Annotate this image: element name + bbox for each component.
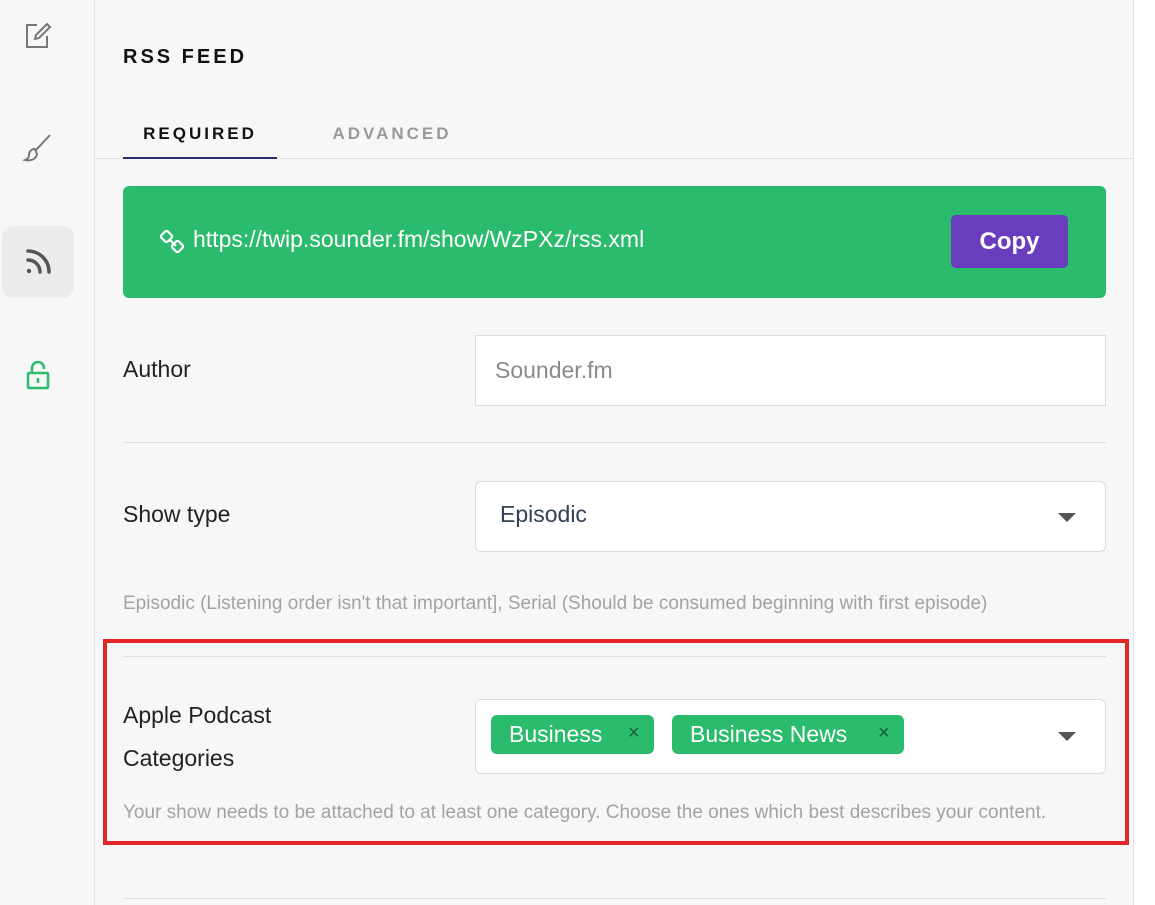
show-type-select[interactable]: Episodic: [475, 481, 1106, 552]
divider: [123, 442, 1106, 443]
brush-icon: [22, 134, 51, 162]
tab-required[interactable]: REQUIRED: [123, 110, 277, 159]
categories-label-line1: Apple Podcast: [123, 702, 272, 728]
copy-button[interactable]: Copy: [951, 215, 1068, 268]
category-chip-label: Business News: [690, 721, 848, 747]
sidebar-item-rss[interactable]: [2, 226, 74, 298]
categories-label-line2: Categories: [123, 745, 235, 771]
main-panel: RSS FEED REQUIRED ADVANCED https://twip.…: [96, 0, 1134, 905]
sidebar-item-design[interactable]: [2, 112, 74, 184]
page-title: RSS FEED: [123, 46, 248, 68]
remove-chip-icon[interactable]: ×: [878, 715, 890, 752]
category-chip: Business ×: [491, 715, 654, 754]
rss-icon: [26, 249, 51, 274]
rss-url-banner: https://twip.sounder.fm/show/WzPXz/rss.x…: [123, 186, 1106, 298]
category-chip-label: Business: [509, 721, 603, 747]
sidebar: [0, 0, 95, 905]
show-type-label: Show type: [123, 501, 231, 527]
chevron-down-icon: [1058, 732, 1076, 741]
categories-multiselect[interactable]: Business × Business News ×: [475, 699, 1106, 774]
unlock-icon: [26, 360, 50, 390]
show-type-value: Episodic: [500, 501, 587, 527]
show-type-help: Episodic (Listening order isn't that imp…: [123, 593, 988, 614]
categories-help: Your show needs to be attached to at lea…: [123, 802, 1047, 823]
divider: [123, 656, 1106, 657]
link-icon: [159, 229, 185, 254]
right-gutter: [1134, 0, 1155, 905]
edit-icon: [26, 22, 52, 48]
sidebar-item-privacy[interactable]: [2, 339, 74, 411]
remove-chip-icon[interactable]: ×: [628, 715, 640, 752]
rss-url-text: https://twip.sounder.fm/show/WzPXz/rss.x…: [193, 226, 645, 252]
sidebar-item-edit[interactable]: [2, 0, 74, 72]
divider: [123, 898, 1106, 899]
tab-bar: REQUIRED ADVANCED: [96, 110, 1134, 159]
category-chip: Business News ×: [672, 715, 904, 754]
chevron-down-icon: [1058, 513, 1076, 522]
author-input[interactable]: [475, 335, 1106, 406]
author-label: Author: [123, 356, 191, 382]
tab-advanced[interactable]: ADVANCED: [312, 110, 472, 159]
